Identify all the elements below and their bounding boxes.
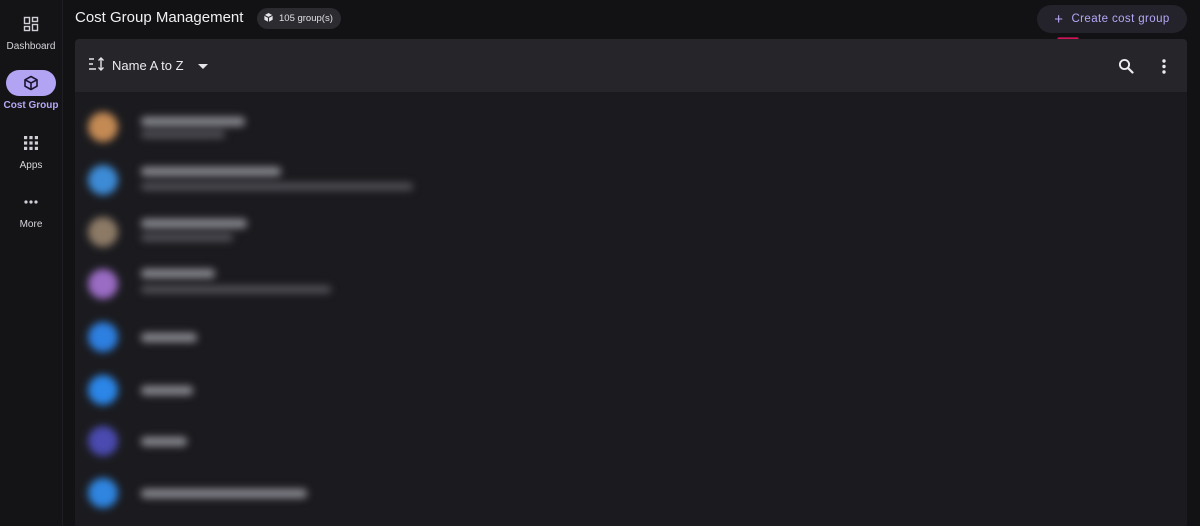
apps-grid-icon [6,130,56,156]
dropdown-arrow-icon [197,58,208,73]
cube-icon [6,70,56,96]
list-item[interactable] [75,205,1187,255]
list-toolbar: Name A to Z [75,39,1187,92]
sidebar-item-more[interactable]: More [0,189,62,230]
avatar [88,426,118,456]
avatar [88,478,118,508]
cube-icon [263,12,274,26]
list-item[interactable] [75,100,1187,150]
sort-label: Name A to Z [112,57,184,73]
sidebar-item-label: Cost Group [3,100,59,111]
sidebar-item-label: Dashboard [6,41,56,52]
page-title: Cost Group Management [75,9,244,26]
group-count-badge: 105 group(s) [257,8,341,29]
cost-group-list [75,92,1187,526]
avatar [88,269,118,299]
sort-icon [88,56,106,75]
avatar [88,375,118,405]
more-vertical-icon[interactable] [1152,54,1176,78]
search-icon[interactable] [1114,54,1138,78]
cost-group-panel: Name A to Z [75,39,1187,526]
list-item[interactable] [75,416,1187,466]
dashboard-icon [6,11,56,37]
sort-dropdown[interactable]: Name A to Z [88,53,208,77]
list-item[interactable] [75,153,1187,203]
sidebar-item-dashboard[interactable]: Dashboard [0,11,62,52]
avatar [88,322,118,352]
avatar [88,112,118,142]
more-horizontal-icon [6,189,56,215]
sidebar-item-cost-group[interactable]: Cost Group [0,70,62,111]
sidebar-item-apps[interactable]: Apps [0,130,62,171]
group-count-text: 105 group(s) [279,13,333,24]
sidebar-item-label: Apps [19,160,43,171]
list-item[interactable] [75,365,1187,415]
create-cost-group-label: Create cost group [1071,13,1170,25]
list-item[interactable] [75,257,1187,307]
list-item[interactable] [75,468,1187,518]
sidebar-item-label: More [19,219,43,230]
avatar [88,165,118,195]
sidebar: Dashboard Cost Group Apps More [0,0,63,526]
plus-icon: + [1054,10,1064,28]
avatar [88,217,118,247]
list-item[interactable] [75,312,1187,362]
create-cost-group-button[interactable]: + Create cost group [1037,5,1187,33]
